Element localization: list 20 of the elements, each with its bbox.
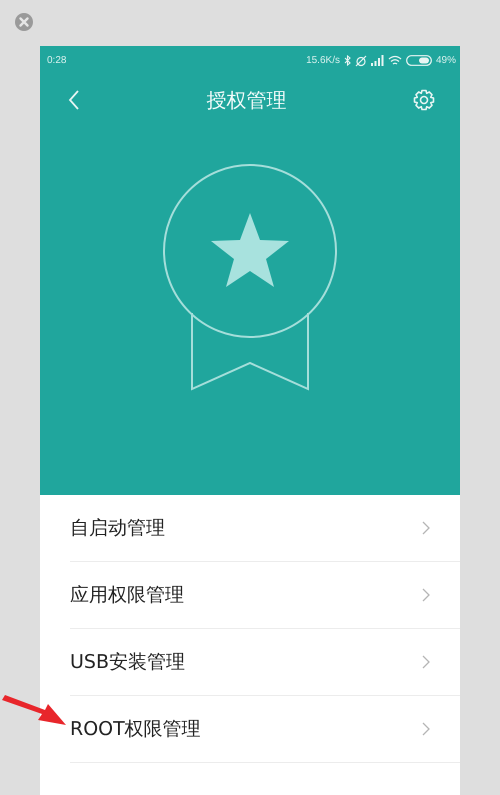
settings-icon[interactable] [413,89,435,111]
close-icon[interactable] [15,13,33,31]
signal-icon [370,55,384,66]
menu-item[interactable]: ROOT权限管理 [70,696,460,763]
back-icon[interactable] [68,90,80,110]
battery-icon [406,55,432,66]
page-title: 授权管理 [206,86,286,114]
menu-item[interactable]: 自启动管理 [70,495,460,562]
wifi-icon [388,55,402,66]
network-speed: 15.6K/s [306,55,340,66]
menu-item[interactable]: 应用权限管理 [70,562,460,629]
battery-percent: 49% [436,55,456,66]
alarm-off-icon [354,54,367,66]
chevron-icon [422,722,430,736]
chevron-icon [422,521,430,535]
chevron-icon [422,655,430,669]
bluetooth-icon [344,55,351,66]
status-time: 0:28 [47,55,66,66]
chevron-icon [422,588,430,602]
menu-item[interactable]: USB安装管理 [70,629,460,696]
